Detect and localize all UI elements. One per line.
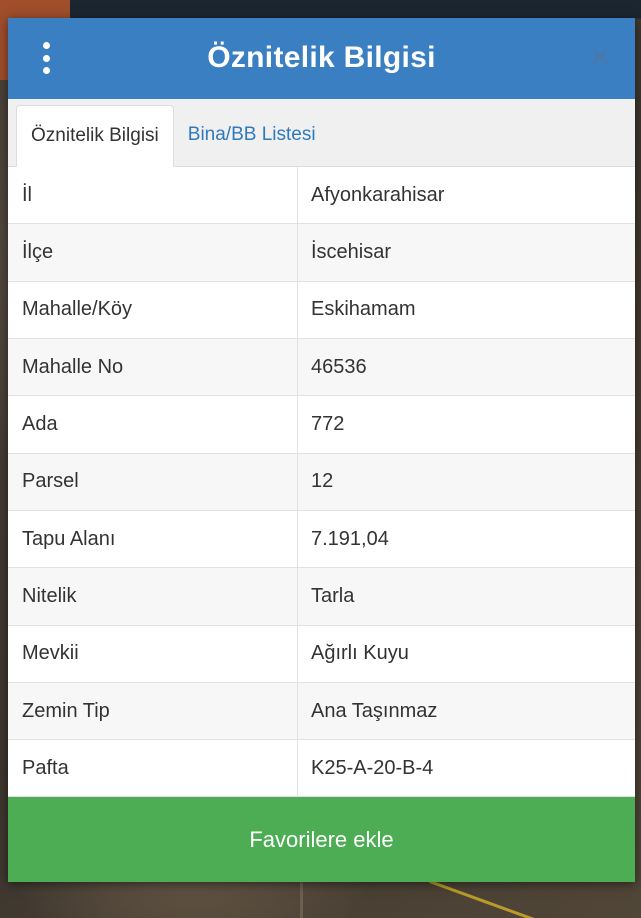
table-row: Mahalle No 46536: [8, 339, 635, 397]
attribute-key: İl: [8, 167, 298, 224]
attribute-info-dialog: Öznitelik Bilgisi × Öznitelik Bilgisi Bi…: [8, 18, 635, 882]
attribute-key: Parsel: [8, 453, 298, 510]
menu-dot: [42, 67, 50, 74]
attribute-value: K25-A-20-B-4: [311, 756, 434, 779]
close-icon[interactable]: ×: [585, 42, 615, 72]
table-row: Pafta K25-A-20-B-4: [8, 740, 635, 798]
attribute-value: Eskihamam: [311, 298, 416, 321]
attribute-value: Ana Taşınmaz: [311, 699, 438, 722]
tab-building-list[interactable]: Bina/BB Listesi: [174, 104, 330, 166]
dialog-title: Öznitelik Bilgisi: [207, 41, 436, 75]
table-row: Nitelik Tarla: [8, 568, 635, 626]
attribute-key: Nitelik: [8, 568, 298, 625]
table-row: Tapu Alanı 7.191,04: [8, 510, 635, 569]
attribute-value: 7.191,04: [311, 527, 389, 550]
attribute-key: Zemin Tip: [8, 682, 298, 740]
attribute-value: Ağırlı Kuyu: [311, 642, 409, 665]
table-row: İl Afyonkarahisar: [8, 167, 635, 225]
attribute-key: Mahalle No: [8, 339, 298, 396]
table-row: Mevkii Ağırlı Kuyu: [8, 625, 635, 683]
attribute-value: Tarla: [311, 584, 355, 607]
menu-dot: [42, 42, 50, 49]
attribute-value: İscehisar: [311, 241, 392, 264]
attribute-key: Ada: [8, 396, 298, 453]
attribute-value: Afyonkarahisar: [311, 183, 445, 206]
table-row: Mahalle/Köy Eskihamam: [8, 281, 635, 340]
attribute-key: Tapu Alanı: [8, 510, 298, 568]
tab-bar: Öznitelik Bilgisi Bina/BB Listesi: [8, 98, 635, 168]
table-row: Zemin Tip Ana Taşınmaz: [8, 682, 635, 741]
table-row: Ada 772: [8, 396, 635, 454]
menu-dot: [42, 54, 50, 62]
attribute-table: İl Afyonkarahisar İlçe İscehisar Mahalle…: [8, 167, 635, 798]
more-vertical-icon[interactable]: [36, 40, 56, 76]
table-row: İlçe İscehisar: [8, 224, 635, 282]
table-row: Parsel 12: [8, 453, 635, 511]
attribute-key: Pafta: [8, 740, 298, 797]
attribute-key: İlçe: [8, 224, 298, 281]
add-to-favorites-button[interactable]: Favorilere ekle: [8, 797, 635, 882]
attribute-value: 46536: [311, 355, 367, 378]
attribute-key: Mahalle/Köy: [8, 281, 298, 339]
attribute-value: 12: [311, 470, 334, 493]
map-road: [300, 880, 303, 918]
dialog-header: Öznitelik Bilgisi ×: [8, 18, 635, 99]
attribute-key: Mevkii: [8, 625, 298, 682]
attribute-value: 772: [311, 413, 345, 436]
tab-attribute-info[interactable]: Öznitelik Bilgisi: [16, 105, 174, 168]
